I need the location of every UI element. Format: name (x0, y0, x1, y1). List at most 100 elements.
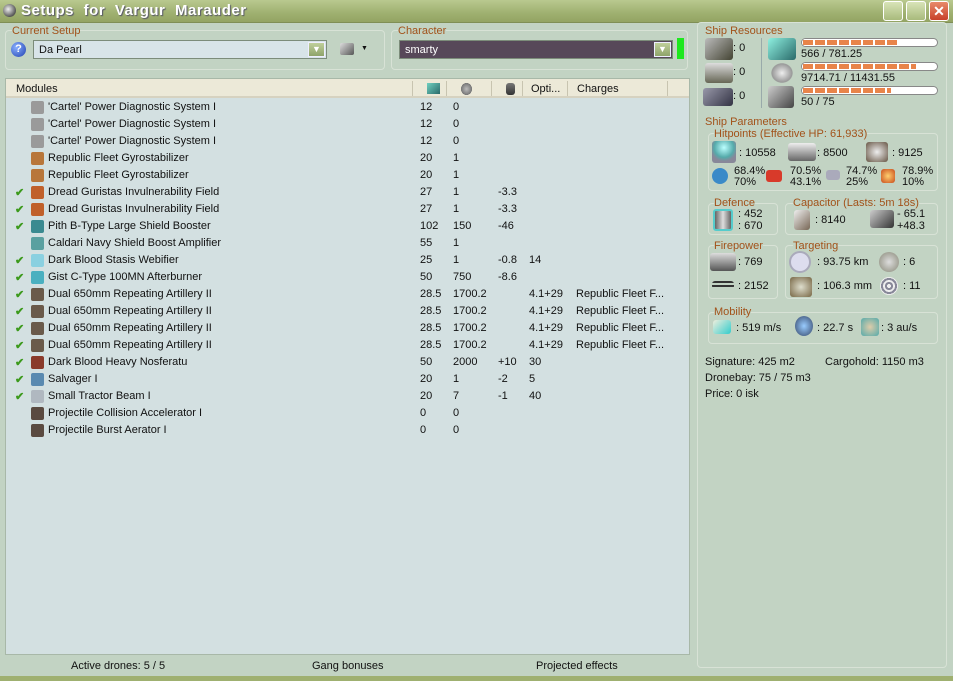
module-charge: Republic Fleet F... (576, 339, 665, 351)
module-charge: Republic Fleet F... (576, 288, 665, 300)
module-row[interactable]: Republic Fleet Gyrostabilizer 20 1 (6, 167, 689, 184)
setup-select[interactable]: Da Pearl ▼ (33, 40, 327, 59)
column-header-charges[interactable]: Charges (577, 83, 619, 96)
launcher-hardpoint-icon (705, 63, 733, 83)
defence-value-1: : 452 (738, 208, 763, 220)
module-row[interactable]: ✔ Dual 650mm Repeating Artillery II 28.5 17… (6, 286, 689, 303)
stasis-webifier-icon (31, 254, 44, 267)
thermal-resist: 70.5% 43.1% (790, 166, 821, 188)
module-optimal: 40 (529, 390, 542, 402)
module-row[interactable]: ✔ Dread Guristas Invulnerability Field 27 1… (6, 184, 689, 201)
module-row[interactable]: Projectile Burst Aerator I 0 0 (6, 422, 689, 439)
thermal-armor-resist: 43.1% (790, 176, 822, 188)
minimize-button[interactable] (883, 1, 903, 21)
projected-effects-tab[interactable]: Projected effects (536, 660, 618, 672)
module-capacitor: -3.3 (498, 186, 517, 198)
module-row[interactable]: Caldari Navy Shield Boost Amplifier 55 1 (6, 235, 689, 252)
active-check-icon[interactable]: ✔ (15, 373, 24, 386)
module-row[interactable]: ✔ Dual 650mm Repeating Artillery II 28.5 17… (6, 320, 689, 337)
active-check-icon[interactable]: ✔ (15, 271, 24, 284)
cpu-icon[interactable] (427, 83, 440, 94)
module-row[interactable]: ✔ Dual 650mm Repeating Artillery II 28.5 17… (6, 303, 689, 320)
module-powergrid: 2000 (453, 356, 478, 368)
module-row[interactable]: 'Cartel' Power Diagnostic System I 12 0 (6, 116, 689, 133)
power-diagnostic-icon (31, 135, 44, 148)
module-name: Pith B-Type Large Shield Booster (48, 220, 211, 232)
afterburner-icon (31, 271, 44, 284)
structure-hp-icon (866, 142, 888, 162)
module-capacitor: -2 (498, 373, 508, 385)
invulnerability-field-icon (31, 203, 44, 216)
module-name: Dual 650mm Repeating Artillery II (48, 288, 212, 300)
app-icon (3, 4, 16, 17)
capacitor-icon[interactable] (506, 83, 515, 95)
module-row[interactable]: ✔ Salvager I 20 1 -2 5 (6, 371, 689, 388)
module-row[interactable]: ✔ Gist C-Type 100MN Afterburner 50 750 -8.6 (6, 269, 689, 286)
module-name: Dual 650mm Repeating Artillery II (48, 322, 212, 334)
column-header-modules[interactable]: Modules (16, 83, 58, 96)
module-powergrid: 150 (453, 220, 472, 232)
powergrid-icon[interactable] (461, 83, 472, 95)
module-name: 'Cartel' Power Diagnostic System I (48, 101, 217, 113)
gang-bonuses-tab[interactable]: Gang bonuses (312, 660, 384, 672)
module-powergrid: 1 (453, 237, 460, 249)
modules-list[interactable]: Modules Opti... Charges 'Cartel' Power D… (5, 78, 690, 655)
column-header-optimal[interactable]: Opti... (531, 83, 560, 96)
module-cpu: 102 (420, 220, 439, 232)
active-check-icon[interactable]: ✔ (15, 339, 24, 352)
module-row[interactable]: ✔ Pith B-Type Large Shield Booster 102 150 -… (6, 218, 689, 235)
invulnerability-field-icon (31, 186, 44, 199)
module-row[interactable]: ✔ Dread Guristas Invulnerability Field 27 1… (6, 201, 689, 218)
capacitor-use: - 65.1 (897, 208, 926, 220)
calibration-bar (801, 86, 938, 95)
close-button[interactable]: ✕ (929, 1, 949, 21)
character-select[interactable]: smarty ▼ (399, 40, 673, 59)
tractor-beam-icon (31, 390, 44, 403)
artillery-icon (31, 305, 44, 318)
chevron-down-icon[interactable]: ▼ (308, 42, 325, 57)
module-powergrid: 1700.2 (453, 339, 487, 351)
module-row[interactable]: ✔ Dark Blood Stasis Webifier 25 1 -0.8 14 (6, 252, 689, 269)
active-check-icon[interactable]: ✔ (15, 390, 24, 403)
active-check-icon[interactable]: ✔ (15, 203, 24, 216)
module-row[interactable]: 'Cartel' Power Diagnostic System I 12 0 (6, 99, 689, 116)
active-check-icon[interactable]: ✔ (15, 356, 24, 369)
dps-icon (710, 253, 736, 271)
kinetic-armor-resist: 25% (846, 176, 869, 188)
module-row[interactable]: Republic Fleet Gyrostabilizer 20 1 (6, 150, 689, 167)
max-targets-icon (879, 252, 899, 272)
module-cpu: 20 (420, 152, 433, 164)
shield-hp: : 10558 (739, 147, 776, 159)
module-row[interactable]: Projectile Collision Accelerator I 0 0 (6, 405, 689, 422)
sensor-strength: : 11 (903, 280, 921, 292)
help-icon[interactable]: ? (11, 42, 26, 57)
module-powergrid: 0 (453, 118, 460, 130)
module-optimal: 4.1+29 (529, 305, 563, 317)
module-charge: Republic Fleet F... (576, 305, 665, 317)
active-check-icon[interactable]: ✔ (15, 305, 24, 318)
module-row[interactable]: ✔ Small Tractor Beam I 20 7 -1 40 (6, 388, 689, 405)
module-cpu: 0 (420, 407, 427, 419)
active-check-icon[interactable]: ✔ (15, 220, 24, 233)
em-resist: 68.4% 70% (734, 166, 765, 188)
active-drones-tab[interactable]: Active drones: 5 / 5 (71, 660, 165, 672)
module-row[interactable]: 'Cartel' Power Diagnostic System I 12 0 (6, 133, 689, 150)
module-cpu: 20 (420, 169, 433, 181)
module-name: Republic Fleet Gyrostabilizer (48, 169, 189, 181)
active-check-icon[interactable]: ✔ (15, 288, 24, 301)
module-row[interactable]: ✔ Dual 650mm Repeating Artillery II 28.5 17… (6, 337, 689, 354)
active-check-icon[interactable]: ✔ (15, 186, 24, 199)
title-bar: Setups for Vargur Marauder ✕ (0, 0, 953, 23)
dropdown-arrow-icon[interactable]: ▼ (361, 45, 368, 52)
active-check-icon[interactable]: ✔ (15, 322, 24, 335)
module-optimal: 14 (529, 254, 542, 266)
cpu-value: 566 / 781.25 (801, 48, 863, 60)
active-check-icon[interactable]: ✔ (15, 254, 24, 267)
module-name: Small Tractor Beam I (48, 390, 151, 402)
maximize-button[interactable] (906, 1, 926, 21)
module-row[interactable]: ✔ Dark Blood Heavy Nosferatu 50 2000 +10 30 (6, 354, 689, 371)
chevron-down-icon[interactable]: ▼ (654, 42, 671, 57)
em-resist-icon (712, 168, 728, 184)
ship-tools-icon[interactable] (340, 43, 354, 55)
modules-header: Modules Opti... Charges (6, 79, 689, 98)
